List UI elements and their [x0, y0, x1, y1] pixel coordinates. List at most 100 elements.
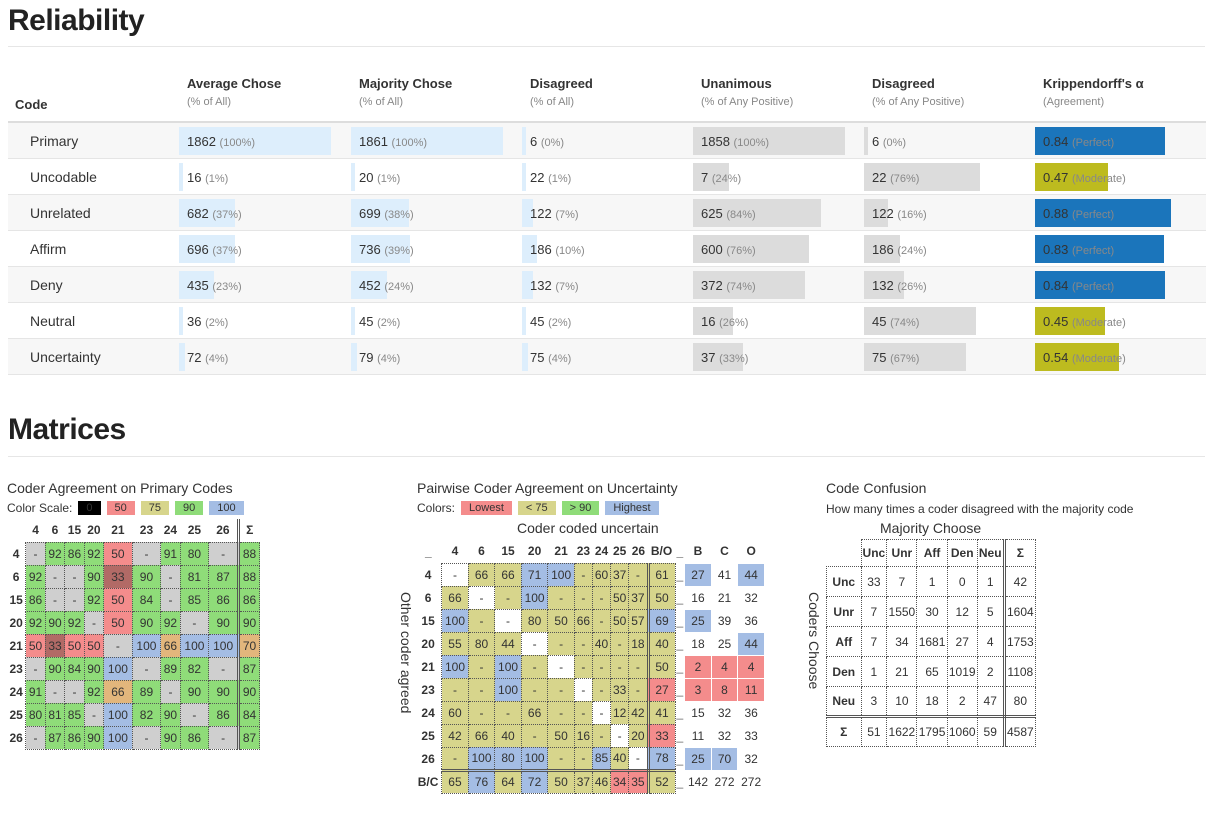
value-percent: (37%) [212, 209, 242, 221]
matrix-cell: 90 [160, 725, 181, 750]
matrix-cell: - [520, 723, 549, 748]
matrix-cell: 81 [179, 564, 210, 589]
value-text: 45 (2%) [530, 314, 571, 329]
value-percent: (4%) [377, 353, 401, 365]
matrix-cell: - [64, 587, 85, 612]
matrix-cell: - [547, 585, 575, 610]
matrix-row: 23- -100- - - -33-27 _ 3 8 11 [415, 677, 765, 702]
value-text: 122 (7%) [530, 206, 579, 221]
value-number: 600 [701, 242, 723, 257]
value-cell: 452 (24%) [351, 271, 521, 299]
value-number: 452 [359, 278, 381, 293]
matrix-cell: 1 [860, 656, 888, 687]
matrix-cell: 82 [131, 702, 162, 727]
matrix-cell: - [160, 564, 181, 589]
value-number: 132 [872, 278, 894, 293]
value-number: 186 [872, 242, 894, 257]
value-number: 1862 [187, 134, 216, 149]
column-label: Average Chose [187, 76, 282, 91]
matrix-cell: 90 [238, 679, 260, 704]
pairwise-matrix-title: Pairwise Coder Agreement on Uncertainty [417, 480, 678, 496]
value-text: 22 (76%) [872, 170, 919, 185]
value-cell: 625 (84%) [693, 199, 863, 227]
row-header: Den [826, 656, 862, 687]
corner-cell [827, 540, 862, 567]
value-number: 16 [187, 170, 202, 185]
matrix-cell: 1795 [916, 716, 948, 747]
row-header: 26 [421, 751, 435, 766]
column-sublabel: (% of Any Positive) [872, 96, 965, 108]
value-number: 37 [701, 350, 716, 365]
matrix-cell: 1 [976, 566, 1006, 597]
value-text: 45 (74%) [872, 314, 919, 329]
matrix-cell: 90 [179, 679, 210, 704]
row-header: 20 [421, 636, 435, 651]
matrix-cell: 92 [160, 610, 181, 635]
corner-cell [7, 519, 26, 542]
matrix-cell: - [494, 700, 522, 725]
legend-swatch: Lowest [461, 501, 512, 515]
row-header: Unr [826, 596, 862, 627]
spacer-cell: _ [676, 613, 684, 628]
matrix-cell: 64 [494, 769, 522, 794]
matrix-cell: - [628, 654, 650, 679]
header-row: Unc Unr Aff Den Neu Σ [827, 539, 1037, 567]
divider [8, 46, 1205, 47]
value-number: 132 [530, 278, 552, 293]
matrix-cell: 2 [976, 656, 1006, 687]
value-percent: (100%) [219, 137, 256, 149]
value-number: 75 [872, 350, 887, 365]
value-text: 132 (7%) [530, 278, 579, 293]
matrix-cell: 90 [208, 610, 241, 635]
column-sublabel: (% of All) [359, 96, 404, 108]
table-header: Code Average Chose (% of All) Majority Cho… [8, 70, 1206, 123]
value-bar [522, 307, 526, 335]
matrix-cell: 100 [208, 633, 241, 658]
pairwise-agreement-matrix: _ 4 6 15 20 21 23 24 25 26 B/O _ B C O 4-66 66 71 100-60 37… [415, 540, 765, 794]
matrix-cell: 42 [1003, 566, 1037, 597]
bco-cell: 44 [737, 631, 765, 656]
matrix-cell: 16 [573, 723, 593, 748]
value-number: 0.88 [1043, 206, 1069, 221]
row-header: 25 [9, 707, 23, 722]
matrix-row: 23-90 84 90 100-89 82-87 [7, 656, 260, 681]
value-cell: 699 (38%) [351, 199, 521, 227]
matrix-cell: 1060 [946, 716, 978, 747]
value-cell: 0.47 (Moderate) [1035, 163, 1205, 191]
value-cell: 37 (33%) [693, 343, 863, 371]
matrix-cell: 37 [610, 562, 630, 587]
matrix-cell: 69 [647, 608, 676, 633]
matrix-row: 25 42 66 40-50 16- -20 33 _ 11 32 33 [415, 723, 765, 748]
value-percent: (23%) [212, 281, 242, 293]
value-cell: 122 (16%) [864, 199, 1034, 227]
confusion-subtitle: How many times a coder disagreed with th… [826, 502, 1134, 516]
value-percent: (24%) [711, 173, 742, 185]
code-name: Uncodable [30, 169, 97, 185]
header-row: _ 4 6 15 20 21 23 24 25 26 B/O _ B C O [415, 540, 765, 563]
matrix-cell: 42 [628, 700, 650, 725]
table-row: Uncodable 16 (1%) 20 (1%) 22 (1%) 7 (24%) 22 … [8, 159, 1206, 195]
column-sublabel: (% of Any Positive) [701, 96, 794, 108]
matrix-cell: - [25, 725, 46, 750]
matrix-cell: 50 [547, 608, 575, 633]
matrix-cell: - [591, 723, 612, 748]
column-header: 26 [208, 519, 241, 542]
column-header: 20 [527, 544, 542, 559]
matrix-row: Neu 3 10 18 2 47 80 [826, 686, 1037, 718]
value-number: 625 [701, 206, 723, 221]
value-text: 6 (0%) [530, 134, 564, 149]
value-percent: (7%) [555, 281, 579, 293]
value-cell: 122 (7%) [522, 199, 692, 227]
value-percent: (0%) [882, 137, 907, 149]
code-name: Neutral [30, 313, 76, 329]
matrix-cell: 66 [160, 633, 181, 658]
value-number: 122 [872, 206, 894, 221]
matrix-cell: 86 [208, 587, 241, 612]
value-text: 75 (67%) [872, 350, 919, 365]
matrix-cell: 66 [441, 585, 469, 610]
matrix-cell: - [573, 631, 593, 656]
column-header: B/O [650, 544, 673, 559]
value-percent: (100%) [733, 137, 770, 149]
value-cell: 75 (67%) [864, 343, 1034, 371]
matrix-row: 6 66- -100- - -50 37 50 _ 16 21 32 [415, 585, 765, 610]
